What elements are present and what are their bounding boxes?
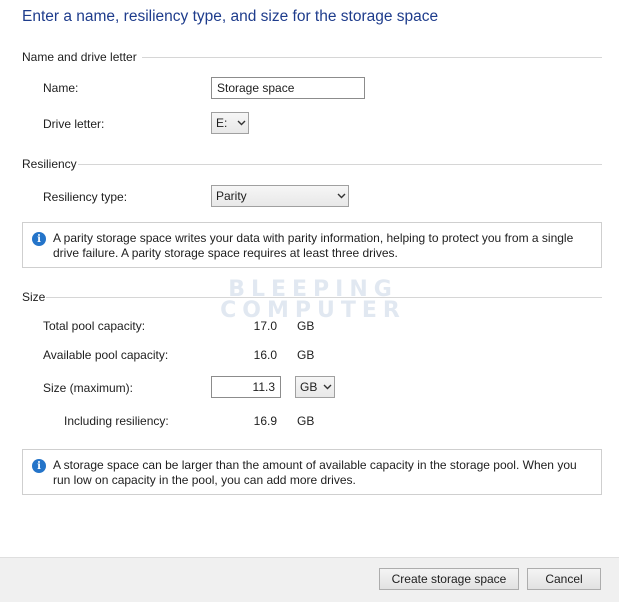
watermark-line-1: BLEEPING xyxy=(228,277,398,302)
info-icon: i xyxy=(32,232,46,246)
name-label: Name: xyxy=(43,81,79,95)
watermark-line-2: COMPUTER xyxy=(220,298,406,323)
size-maximum-field[interactable]: 11.3 xyxy=(211,376,281,398)
available-pool-capacity-label: Available pool capacity: xyxy=(43,348,169,362)
size-unit-select[interactable]: GB xyxy=(295,376,335,398)
size-section-heading: Size xyxy=(22,290,46,304)
size-maximum-label: Size (maximum): xyxy=(43,381,134,395)
name-field[interactable]: Storage space xyxy=(211,77,365,99)
total-pool-capacity-unit: GB xyxy=(297,319,315,333)
total-pool-capacity-value: 17.0 xyxy=(253,319,277,333)
resiliency-type-label: Resiliency type: xyxy=(43,190,128,204)
page-title: Enter a name, resiliency type, and size … xyxy=(22,8,439,25)
size-info-box: i A storage space can be larger than the… xyxy=(22,449,602,495)
drive-letter-value: E: xyxy=(216,116,228,130)
name-section-divider xyxy=(142,57,602,58)
cancel-button[interactable]: Cancel xyxy=(527,568,601,590)
resiliency-section-divider xyxy=(78,164,602,165)
name-section-heading: Name and drive letter xyxy=(22,50,137,64)
chevron-down-icon xyxy=(334,186,348,206)
info-icon: i xyxy=(32,459,46,473)
resiliency-type-select[interactable]: Parity xyxy=(211,185,349,207)
available-pool-capacity-unit: GB xyxy=(297,348,315,362)
create-storage-space-button[interactable]: Create storage space xyxy=(379,568,519,590)
resiliency-info-text: A parity storage space writes your data … xyxy=(53,231,574,260)
including-resiliency-value: 16.9 xyxy=(253,414,277,428)
resiliency-info-box: i A parity storage space writes your dat… xyxy=(22,222,602,268)
chevron-down-icon xyxy=(320,377,334,397)
size-info-text: A storage space can be larger than the a… xyxy=(53,458,577,487)
size-unit-value: GB xyxy=(300,380,318,394)
including-resiliency-unit: GB xyxy=(297,414,315,428)
resiliency-type-value: Parity xyxy=(216,189,247,203)
chevron-down-icon xyxy=(234,113,248,133)
resiliency-section-heading: Resiliency xyxy=(22,157,77,171)
including-resiliency-label: Including resiliency: xyxy=(64,414,169,428)
drive-letter-select[interactable]: E: xyxy=(211,112,249,134)
total-pool-capacity-label: Total pool capacity: xyxy=(43,319,146,333)
available-pool-capacity-value: 16.0 xyxy=(253,348,277,362)
drive-letter-label: Drive letter: xyxy=(43,117,105,131)
watermark-logo: BLEEPING COMPUTER xyxy=(218,277,408,323)
